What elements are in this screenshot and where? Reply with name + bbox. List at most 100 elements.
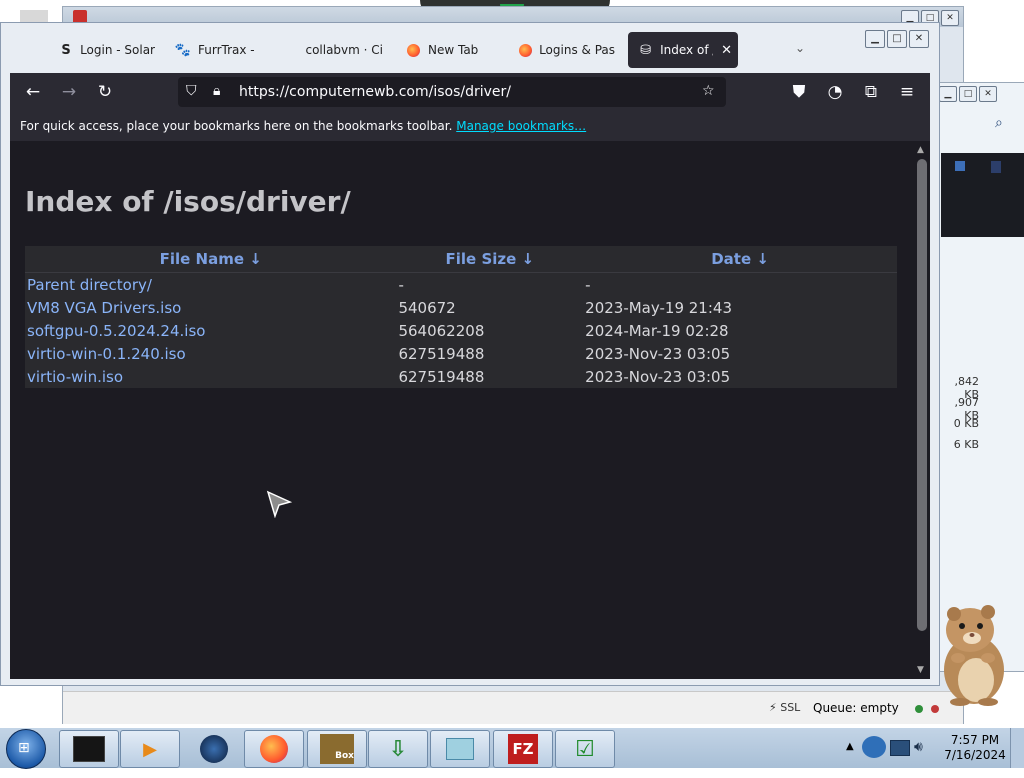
file-name-link[interactable]: virtio-win-0.1.240.iso [25,342,396,365]
table-row: VM8 VGA Drivers.iso 540672 2023-May-19 2… [25,296,897,319]
taskbar: ⊞ ▶ Box ⇩ FZ ☑ ▲ 🔊︎ 7:57 PM 7/16/2024 [0,728,1024,769]
tab-login-solar[interactable]: S Login - Solar [59,32,155,68]
close-icon[interactable]: ✕ [909,30,929,48]
show-desktop-button[interactable] [1010,728,1024,768]
tab-logins-passwords[interactable]: Logins & Pas [519,32,615,68]
file-name-link[interactable]: VM8 VGA Drivers.iso [25,296,396,319]
explorer-preview-pane [941,153,1024,237]
tab-label: Login - Solar [80,43,155,57]
list-all-tabs-icon[interactable]: ⌄ [795,41,805,55]
vertical-scrollbar[interactable]: ▲ ▼ [914,141,930,679]
page-content: Index of /isos/driver/ File Name ↓ File … [10,141,914,679]
bookmark-star-icon[interactable]: ☆ [702,83,715,99]
minimize-icon[interactable]: ▁ [865,30,885,48]
shield-icon[interactable]: ⛉ [186,83,197,99]
reload-icon[interactable]: ↻ [94,81,116,103]
close-tab-icon[interactable]: ✕ [721,43,732,58]
status-icons: ⚡ SSL [769,701,801,714]
file-size: 0 KB [953,417,979,430]
explorer-window-controls[interactable]: ▁ □ ✕ [939,86,997,102]
tab-new-tab[interactable]: New Tab [405,32,497,68]
bookmarks-hint: For quick access, place your bookmarks h… [20,119,586,133]
explorer-window[interactable]: ▁ □ ✕ ⌕ ,842 KB ,907 KB 0 KB 6 KB [936,82,1024,672]
tab-index-of-isos[interactable]: ⛁ Index of /is ✕ [628,32,738,68]
terminal-icon [73,736,105,762]
file-date: 2023-Nov-23 03:05 [585,367,731,386]
globe-icon [200,735,228,763]
forward-arrow-icon[interactable]: → [58,81,80,103]
extensions-icon[interactable]: ⧉ [860,81,882,103]
queue-status: Queue: empty [813,701,899,715]
scroll-up-icon[interactable]: ▲ [917,145,924,155]
media-player-icon: ▶ [143,738,157,760]
file-name-link[interactable]: virtio-win.iso [25,365,396,388]
start-button[interactable]: ⊞ [6,729,46,769]
maximize-icon[interactable]: □ [959,86,977,102]
download-manager-icon: ⇩ [388,736,408,762]
taskbar-filezilla[interactable]: FZ [493,730,553,768]
navigation-toolbar: ← → ↻ ⛉ 🔒︎ https://computernewb.com/isos… [10,73,930,111]
taskbar-virtualbox[interactable]: Box [307,730,367,768]
filezilla-icon: FZ [508,734,538,764]
scroll-down-icon[interactable]: ▼ [917,665,924,675]
taskbar-notes[interactable] [430,730,490,768]
file-name-link[interactable]: Parent directory/ [25,273,396,297]
column-header-file-size[interactable]: File Size ↓ [396,246,584,273]
tab-strip: S Login - Solar 🐾 FurrTrax - collabvm · … [9,31,929,71]
mouse-cursor-icon [266,490,292,518]
paw-icon: 🐾 [175,42,192,58]
filezilla-status-bar: ⚡ SSL Queue: empty [63,691,963,724]
server-icon: ⛁ [640,42,652,58]
maximize-icon[interactable]: □ [887,30,907,48]
table-row: softgpu-0.5.2024.24.iso 564062208 2024-M… [25,319,897,342]
file-size: - [398,275,404,294]
windows-logo-icon: ⊞ [18,740,30,756]
s-logo-icon: S [61,42,71,58]
taskbar-terminal[interactable] [59,730,119,768]
virtualbox-icon: Box [320,734,354,764]
folder-icon [955,161,965,171]
back-arrow-icon[interactable]: ← [22,81,44,103]
taskbar-clock[interactable]: 7:57 PM 7/16/2024 [944,733,1006,763]
system-tray: ▲ 🔊︎ [840,728,944,768]
pocket-icon[interactable]: ⛊ [788,81,810,103]
browser-window[interactable]: S Login - Solar 🐾 FurrTrax - collabvm · … [0,22,940,686]
taskbar-media-player[interactable]: ▶ [120,730,180,768]
tray-app-icon[interactable] [862,736,886,758]
minimize-icon[interactable]: ▁ [939,86,957,102]
close-icon[interactable]: ✕ [979,86,997,102]
tab-label: collabvm · Ci [305,43,383,57]
volume-icon[interactable]: 🔊︎ [914,739,923,755]
blank-icon [289,42,298,58]
account-icon[interactable]: ◔ [824,81,846,103]
file-size: 6 KB [953,438,979,451]
file-icon [991,161,1001,173]
manage-bookmarks-link[interactable]: Manage bookmarks… [456,119,586,133]
show-hidden-icons-icon[interactable]: ▲ [846,741,854,752]
taskbar-globe[interactable] [184,730,244,768]
taskbar-download-manager[interactable]: ⇩ [368,730,428,768]
scroll-thumb[interactable] [917,159,927,631]
column-header-date[interactable]: Date ↓ [583,246,897,273]
close-icon[interactable]: ✕ [941,10,959,26]
tab-furrtrax[interactable]: 🐾 FurrTrax - [175,32,267,68]
file-size: 564062208 [398,321,485,340]
browser-window-controls[interactable]: ▁ □ ✕ [865,30,929,48]
firefox-icon [405,42,421,58]
lock-icon[interactable]: 🔒︎ [213,83,220,99]
file-date: 2023-Nov-23 03:05 [585,344,731,363]
bookmarks-hint-text: For quick access, place your bookmarks h… [20,119,453,133]
url-bar[interactable]: ⛉ 🔒︎ https://computernewb.com/isos/drive… [178,77,726,107]
menu-icon[interactable]: ≡ [896,81,918,103]
table-row: virtio-win-0.1.240.iso 627519488 2023-No… [25,342,897,365]
tab-label: Index of /is [660,43,713,57]
file-name-link[interactable]: softgpu-0.5.2024.24.iso [25,319,396,342]
taskbar-checklist[interactable]: ☑ [555,730,615,768]
network-icon[interactable] [890,740,910,756]
search-icon[interactable]: ⌕ [995,115,1003,131]
clock-date: 7/16/2024 [944,748,1006,762]
url-text[interactable]: https://computernewb.com/isos/driver/ [239,84,511,100]
taskbar-firefox[interactable] [244,730,304,768]
tab-collabvm[interactable]: collabvm · Ci [289,32,383,68]
column-header-file-name[interactable]: File Name ↓ [25,246,397,273]
